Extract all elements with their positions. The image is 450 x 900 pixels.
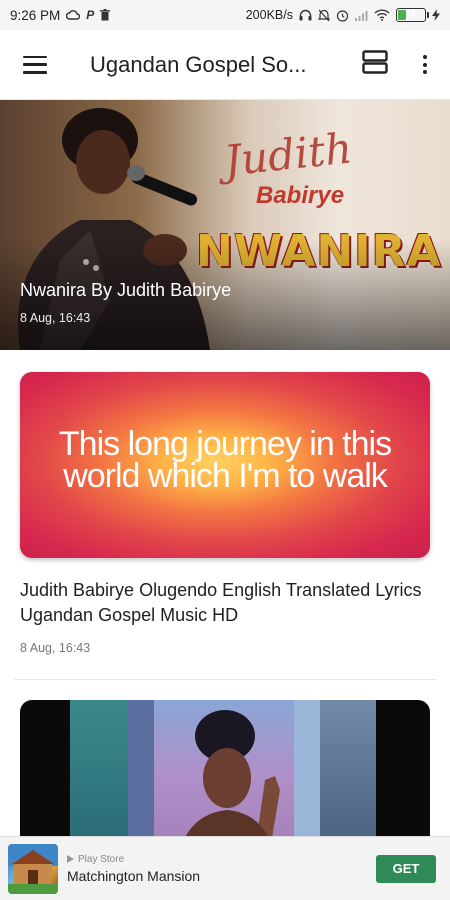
lyric-line-1: This long journey in this [58,425,392,463]
thumbnail-panel [70,700,128,850]
status-time: 9:26 PM [10,7,61,23]
post-thumbnail-2[interactable] [20,700,430,850]
charging-icon [432,9,440,21]
lyric-line-2: world which I'm to walk [63,457,388,495]
featured-title[interactable]: Nwanira By Judith Babirye [20,280,231,301]
headphones-icon [299,9,312,21]
hamburger-menu-icon [23,55,47,74]
thumbnail-panel [320,700,376,850]
more-options-button[interactable] [400,30,450,100]
ad-store-label: Play Store [78,853,125,865]
menu-button[interactable] [0,30,70,100]
signal-icon [355,10,368,21]
thumbnail-lyric-text: This long journey in this world which I'… [20,425,430,495]
ad-app-icon [8,843,58,894]
status-right: 200KB/s 31 [246,8,440,22]
battery-icon: 31 [396,8,429,22]
post-title[interactable]: Judith Babirye Olugendo English Translat… [20,578,430,628]
more-vert-icon [423,55,427,74]
status-left: 9:26 PM P [10,7,111,23]
alarm-icon [336,9,349,22]
view-toggle-icon [362,50,388,79]
app-title: Ugandan Gospel So... [90,51,307,77]
wifi-icon [374,9,390,21]
ad-info: Play Store Matchington Mansion [67,854,200,884]
view-toggle-button[interactable] [350,30,400,100]
post-thumbnail[interactable]: This long journey in this world which I'… [20,372,430,558]
ad-store: Play Store [67,854,200,865]
network-speed: 200KB/s [245,8,293,22]
art-artist-surname: Babirye [256,182,345,209]
cloud-icon [66,10,81,20]
play-store-icon [67,855,74,863]
featured-post[interactable]: Judith Babirye NWANIRA Nwanira By Judith… [0,100,450,350]
ad-banner[interactable]: Play Store Matchington Mansion GET [0,836,450,900]
battery-level: 31 [405,8,416,18]
thumbnail-panel [128,700,154,850]
thumbnail-panel [294,700,320,850]
featured-date: 8 Aug, 16:43 [20,311,91,325]
mute-icon [318,9,330,22]
status-bar: 9:26 PM P 200KB/s 31 [0,0,450,30]
singer-photo-2 [180,710,280,850]
ad-app-name: Matchington Mansion [67,867,201,884]
paypal-icon: P [86,8,95,22]
trash-icon [100,9,111,21]
post-date: 8 Aug, 16:43 [20,641,91,655]
ad-get-button[interactable]: GET [376,854,436,883]
divider [14,679,436,680]
app-bar: Ugandan Gospel So... [0,30,450,100]
